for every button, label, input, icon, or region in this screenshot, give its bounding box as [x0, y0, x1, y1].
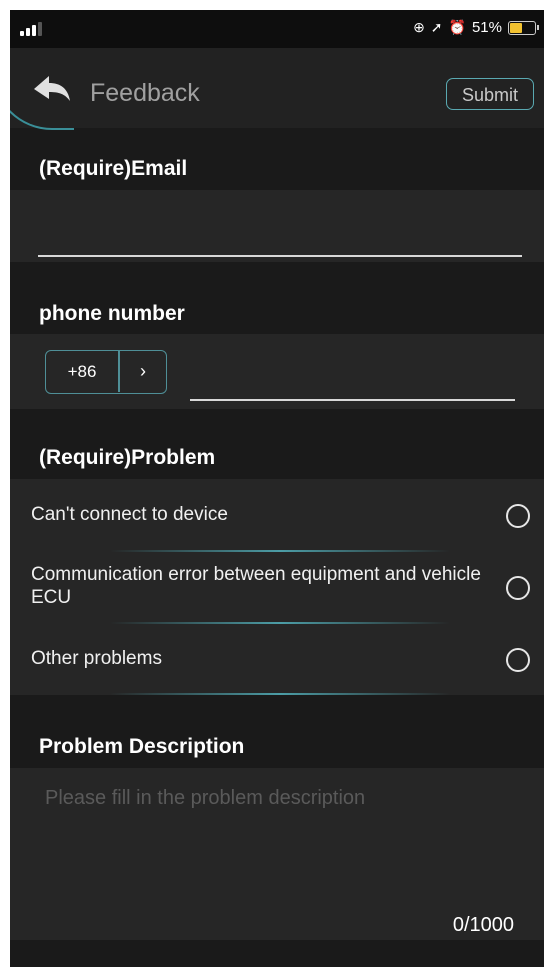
chevron-right-icon[interactable]: ›	[120, 351, 166, 392]
radio-button-0[interactable]	[506, 504, 530, 528]
lock-rotation-icon: ⊕	[413, 19, 425, 35]
submit-button[interactable]: Submit	[446, 78, 534, 110]
problem-option-0[interactable]: Can't connect to device	[31, 503, 228, 526]
phone-number-field[interactable]	[190, 399, 515, 401]
divider	[110, 550, 450, 552]
alarm-icon: ⏰	[448, 19, 466, 35]
radio-button-1[interactable]	[506, 576, 530, 600]
battery-percentage: 51%	[471, 19, 502, 36]
status-bar: ⊕ ➚ ⏰ 51%	[10, 10, 544, 48]
location-icon: ➚	[430, 19, 443, 35]
battery-icon	[508, 20, 539, 35]
problem-option-2[interactable]: Other problems	[31, 647, 162, 670]
divider	[110, 693, 450, 695]
description-placeholder: Please fill in the problem description	[45, 787, 366, 809]
character-counter: 0/1000	[452, 914, 514, 936]
email-field[interactable]	[38, 255, 522, 257]
page-title: Feedback	[90, 79, 200, 107]
country-code-value: +86	[67, 362, 97, 381]
header: Feedback Submit	[10, 48, 544, 130]
divider	[110, 622, 450, 624]
phone-label: phone number	[39, 302, 185, 325]
email-label: (Require)Email	[39, 157, 188, 180]
phone-screen: ⊕ ➚ ⏰ 51% Feedback Submit (Require)Email…	[10, 10, 544, 967]
radio-button-2[interactable]	[506, 648, 530, 672]
problem-panel: Can't connect to device Communication er…	[10, 479, 544, 695]
description-label: Problem Description	[39, 735, 245, 758]
email-panel	[10, 190, 544, 262]
problem-label: (Require)Problem	[39, 446, 216, 469]
problem-option-1[interactable]: Communication error between equipment an…	[31, 563, 481, 609]
back-arrow-icon[interactable]	[32, 72, 72, 106]
country-code-selector[interactable]: +86 ›	[45, 350, 167, 394]
status-icons: ⊕ ➚ ⏰ 51%	[413, 19, 539, 36]
